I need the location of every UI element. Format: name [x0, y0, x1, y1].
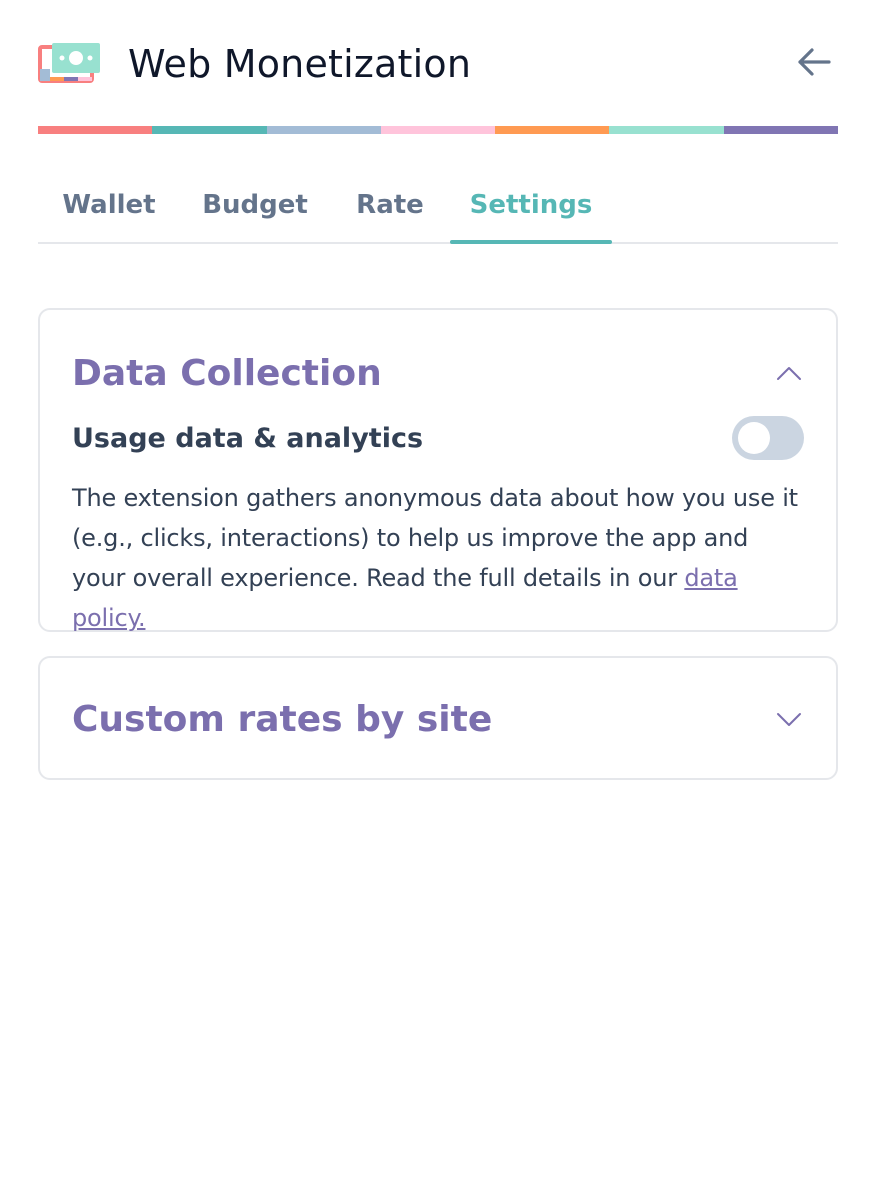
rainbow-segment — [266, 126, 381, 134]
arrow-left-icon — [797, 47, 831, 81]
rainbow-segment — [609, 126, 724, 134]
rainbow-segment — [38, 126, 153, 134]
tab-settings[interactable]: Settings — [450, 168, 612, 244]
data-collection-description: The extension gathers anonymous data abo… — [72, 478, 806, 638]
usage-data-toggle[interactable] — [732, 416, 804, 460]
rainbow-segment — [380, 126, 496, 134]
custom-rates-header[interactable]: Custom rates by site — [72, 696, 804, 742]
toggle-knob — [738, 422, 770, 454]
rainbow-segment — [152, 126, 267, 134]
tab-budget[interactable]: Budget — [180, 168, 330, 242]
custom-rates-title: Custom rates by site — [72, 698, 493, 740]
app-title: Web Monetization — [128, 42, 472, 86]
rainbow-segment — [723, 126, 838, 134]
chevron-up-icon[interactable] — [774, 358, 804, 388]
data-collection-card: Data Collection Usage data & analytics T… — [38, 308, 838, 632]
tab-wallet[interactable]: Wallet — [38, 168, 180, 242]
data-collection-title: Data Collection — [72, 352, 382, 394]
app-header: Web Monetization — [38, 36, 838, 92]
back-button[interactable] — [794, 44, 834, 84]
rainbow-segment — [495, 126, 610, 134]
usage-data-setting: Usage data & analytics — [72, 414, 804, 462]
money-bill-logo-icon — [38, 39, 102, 89]
rainbow-divider — [38, 126, 838, 134]
tab-bar: Wallet Budget Rate Settings — [38, 168, 838, 244]
custom-rates-card: Custom rates by site — [38, 656, 838, 780]
usage-data-label: Usage data & analytics — [72, 422, 424, 454]
chevron-down-icon[interactable] — [774, 704, 804, 734]
data-collection-header[interactable]: Data Collection — [72, 350, 804, 396]
tab-rate[interactable]: Rate — [330, 168, 450, 242]
